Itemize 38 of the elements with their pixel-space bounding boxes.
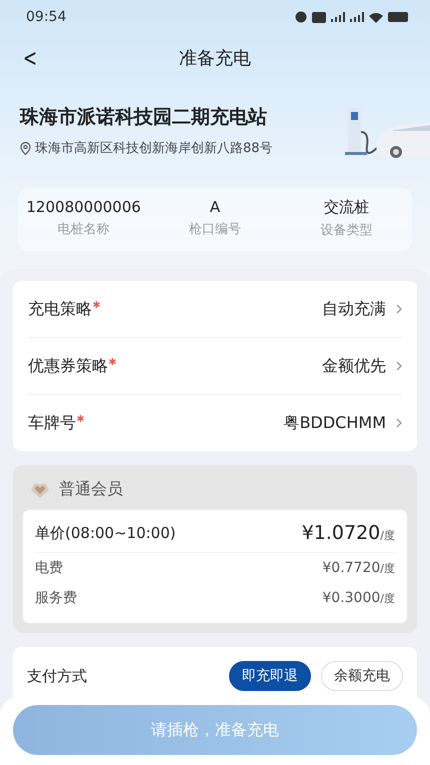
fee-value: ¥0.7720/度 (322, 560, 395, 576)
chevron-icon (396, 304, 402, 314)
fee-label: 电费 (35, 559, 63, 577)
info-label: 设备类型 (319, 222, 374, 239)
station-name: 珠海市派诺科技园二期充电站 (20, 105, 268, 130)
fee-label: 服务费 (35, 589, 77, 607)
info-value: 120080000006 (25, 198, 142, 216)
price-value: ¥1.0720/度 (302, 522, 395, 544)
info-label: 枪口编号 (188, 221, 242, 238)
status-time: 09:54 (26, 9, 66, 25)
chevron-icon (396, 418, 402, 428)
page-title: 准备充电 (179, 47, 251, 70)
setting-row[interactable]: 充电策略 自动充满 (28, 281, 402, 338)
setting-row[interactable]: 优惠券策略 金额优先 (28, 338, 402, 395)
info-value: A (208, 198, 222, 216)
setting-label: 优惠券策略 (28, 356, 108, 376)
setting-label: 车牌号 (28, 412, 76, 434)
payment-option[interactable]: 即充即退 (229, 661, 311, 691)
back-button[interactable]: < (20, 44, 40, 72)
wifi-icon (369, 12, 383, 22)
member-level: 普通会员 (59, 479, 123, 500)
location-pin-icon (20, 142, 31, 154)
payment-label: 支付方式 (27, 666, 87, 686)
info-label: 电桩名称 (56, 221, 111, 238)
info-value: 交流桩 (322, 198, 370, 217)
price-label: 单价(08:00~10:00) (35, 524, 176, 542)
signal-icon (350, 12, 364, 22)
fee-value: ¥0.3000/度 (322, 590, 395, 606)
payment-option[interactable]: 余额充电 (321, 661, 403, 691)
setting-value: 自动充满 (322, 298, 386, 320)
signal-icon (331, 12, 345, 22)
setting-row[interactable]: 车牌号 粤BDDCHMM (28, 395, 402, 451)
setting-label: 充电策略 (28, 298, 92, 320)
setting-value: 粤BDDCHMM (284, 412, 386, 434)
station-address: 珠海市高新区科技创新海岸创新八路88号 (35, 140, 273, 157)
setting-value: 金额优先 (322, 356, 386, 376)
battery-icon (388, 12, 408, 22)
chevron-icon (396, 361, 402, 371)
